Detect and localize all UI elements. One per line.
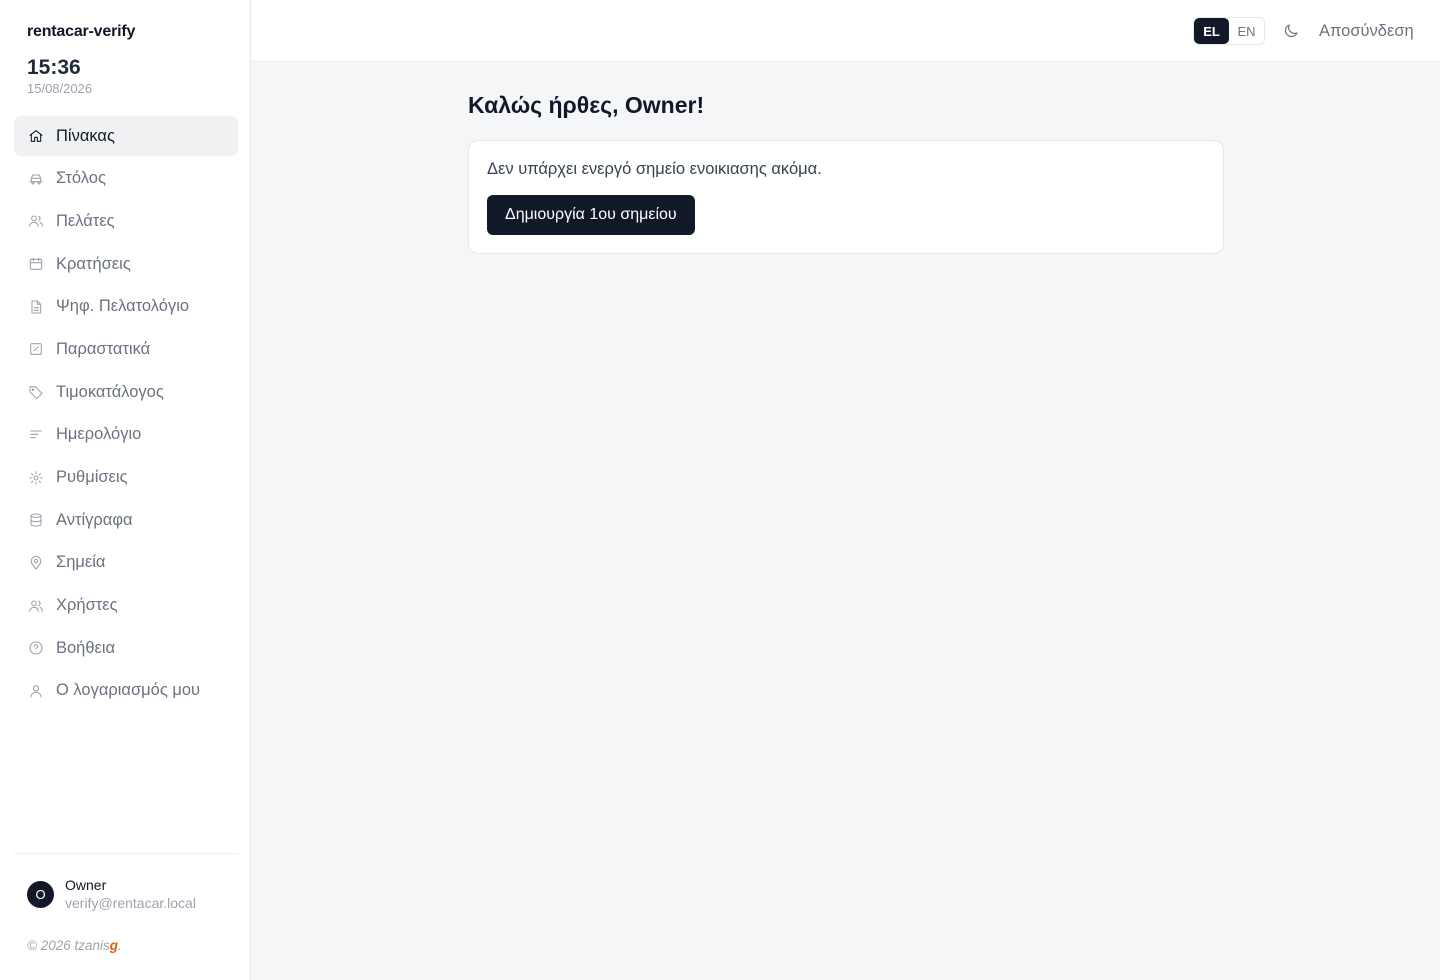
sidebar: rentacar-verify 15:36 15/08/2026 Πίνακας…	[0, 0, 251, 980]
sidebar-nav: Πίνακας Στόλος Πελάτες Κρατήσεις Ψηφ. Πε…	[14, 116, 238, 714]
copyright-text: © 2026 tzanis	[27, 938, 110, 953]
sidebar-item-my-account[interactable]: Ο λογαριασμός μου	[14, 671, 238, 711]
car-icon	[27, 170, 44, 187]
sidebar-item-label: Βοήθεια	[56, 638, 116, 657]
app-brand[interactable]: rentacar-verify	[27, 23, 135, 41]
sidebar-item-label: Πίνακας	[56, 126, 115, 145]
sidebar-item-invoices[interactable]: Παραστατικά	[14, 329, 238, 369]
sidebar-item-bookings[interactable]: Κρατήσεις	[14, 244, 238, 284]
sidebar-item-label: Ο λογαριασμός μου	[56, 681, 201, 700]
empty-state-message: Δεν υπάρχει ενεργό σημείο ενοικιασης ακό…	[487, 160, 822, 178]
users-icon	[27, 213, 44, 230]
moon-icon	[1282, 24, 1300, 44]
clock-time: 15:36	[27, 56, 81, 79]
invoice-icon	[27, 341, 44, 358]
sidebar-item-label: Χρήστες	[56, 596, 118, 615]
sidebar-item-digital-registry[interactable]: Ψηφ. Πελατολόγιο	[14, 287, 238, 327]
sidebar-item-label: Τιμοκατάλογος	[56, 382, 164, 401]
user-name: Owner	[65, 877, 107, 893]
sidebar-item-label: Πελάτες	[56, 211, 115, 230]
sidebar-item-label: Ψηφ. Πελατολόγιο	[56, 297, 190, 316]
sidebar-item-label: Κρατήσεις	[56, 254, 131, 273]
map-pin-icon	[27, 554, 44, 571]
tag-icon	[27, 384, 44, 401]
database-icon	[27, 512, 44, 529]
sidebar-item-dashboard[interactable]: Πίνακας	[14, 116, 238, 156]
page-title: Καλώς ήρθες, Owner!	[468, 92, 705, 118]
copyright-accent: g	[109, 938, 118, 953]
sidebar-divider	[14, 853, 238, 854]
language-option-en[interactable]: EN	[1229, 18, 1264, 44]
copyright: © 2026 tzanisg.	[27, 938, 122, 953]
gear-icon	[27, 469, 44, 486]
sidebar-item-label: Στόλος	[56, 169, 106, 188]
sidebar-item-help[interactable]: Βοήθεια	[14, 628, 238, 668]
calendar-icon	[27, 256, 44, 273]
clock-date: 15/08/2026	[27, 81, 93, 96]
sidebar-item-settings[interactable]: Ρυθμίσεις	[14, 458, 238, 498]
sidebar-item-locations[interactable]: Σημεία	[14, 543, 238, 583]
sidebar-item-label: Σημεία	[56, 553, 106, 572]
sidebar-item-label: Ρυθμίσεις	[56, 468, 128, 486]
logout-link[interactable]: Αποσύνδεση	[1319, 22, 1414, 41]
sidebar-item-pricelist[interactable]: Τιμοκατάλογος	[14, 372, 238, 412]
sidebar-item-log[interactable]: Ημερολόγιο	[14, 415, 238, 455]
sidebar-item-customers[interactable]: Πελάτες	[14, 201, 238, 241]
sidebar-item-label: Αντίγραφα	[56, 510, 133, 529]
top-bar: EL EN Αποσύνδεση	[252, 0, 1440, 62]
users-icon	[27, 597, 44, 614]
home-icon	[27, 128, 44, 145]
sidebar-item-backups[interactable]: Αντίγραφα	[14, 500, 238, 540]
sidebar-item-fleet[interactable]: Στόλος	[14, 159, 238, 199]
copyright-suffix: .	[118, 938, 122, 953]
sidebar-item-users[interactable]: Χρήστες	[14, 586, 238, 626]
list-icon	[27, 426, 44, 443]
user-icon	[27, 682, 44, 699]
theme-toggle-button[interactable]	[1282, 22, 1302, 42]
help-circle-icon	[27, 640, 44, 657]
sidebar-item-label: Παραστατικά	[56, 339, 151, 358]
create-first-location-button[interactable]: Δημιουργία 1ου σημείου	[487, 195, 695, 235]
document-icon	[27, 298, 44, 315]
user-email: verify@rentacar.local	[65, 895, 196, 911]
sidebar-item-label: Ημερολόγιο	[56, 425, 142, 444]
empty-state-card: Δεν υπάρχει ενεργό σημείο ενοικιασης ακό…	[468, 140, 1224, 254]
language-option-el[interactable]: EL	[1194, 18, 1229, 44]
language-switch: EL EN	[1193, 17, 1265, 45]
avatar[interactable]: O	[27, 881, 54, 908]
